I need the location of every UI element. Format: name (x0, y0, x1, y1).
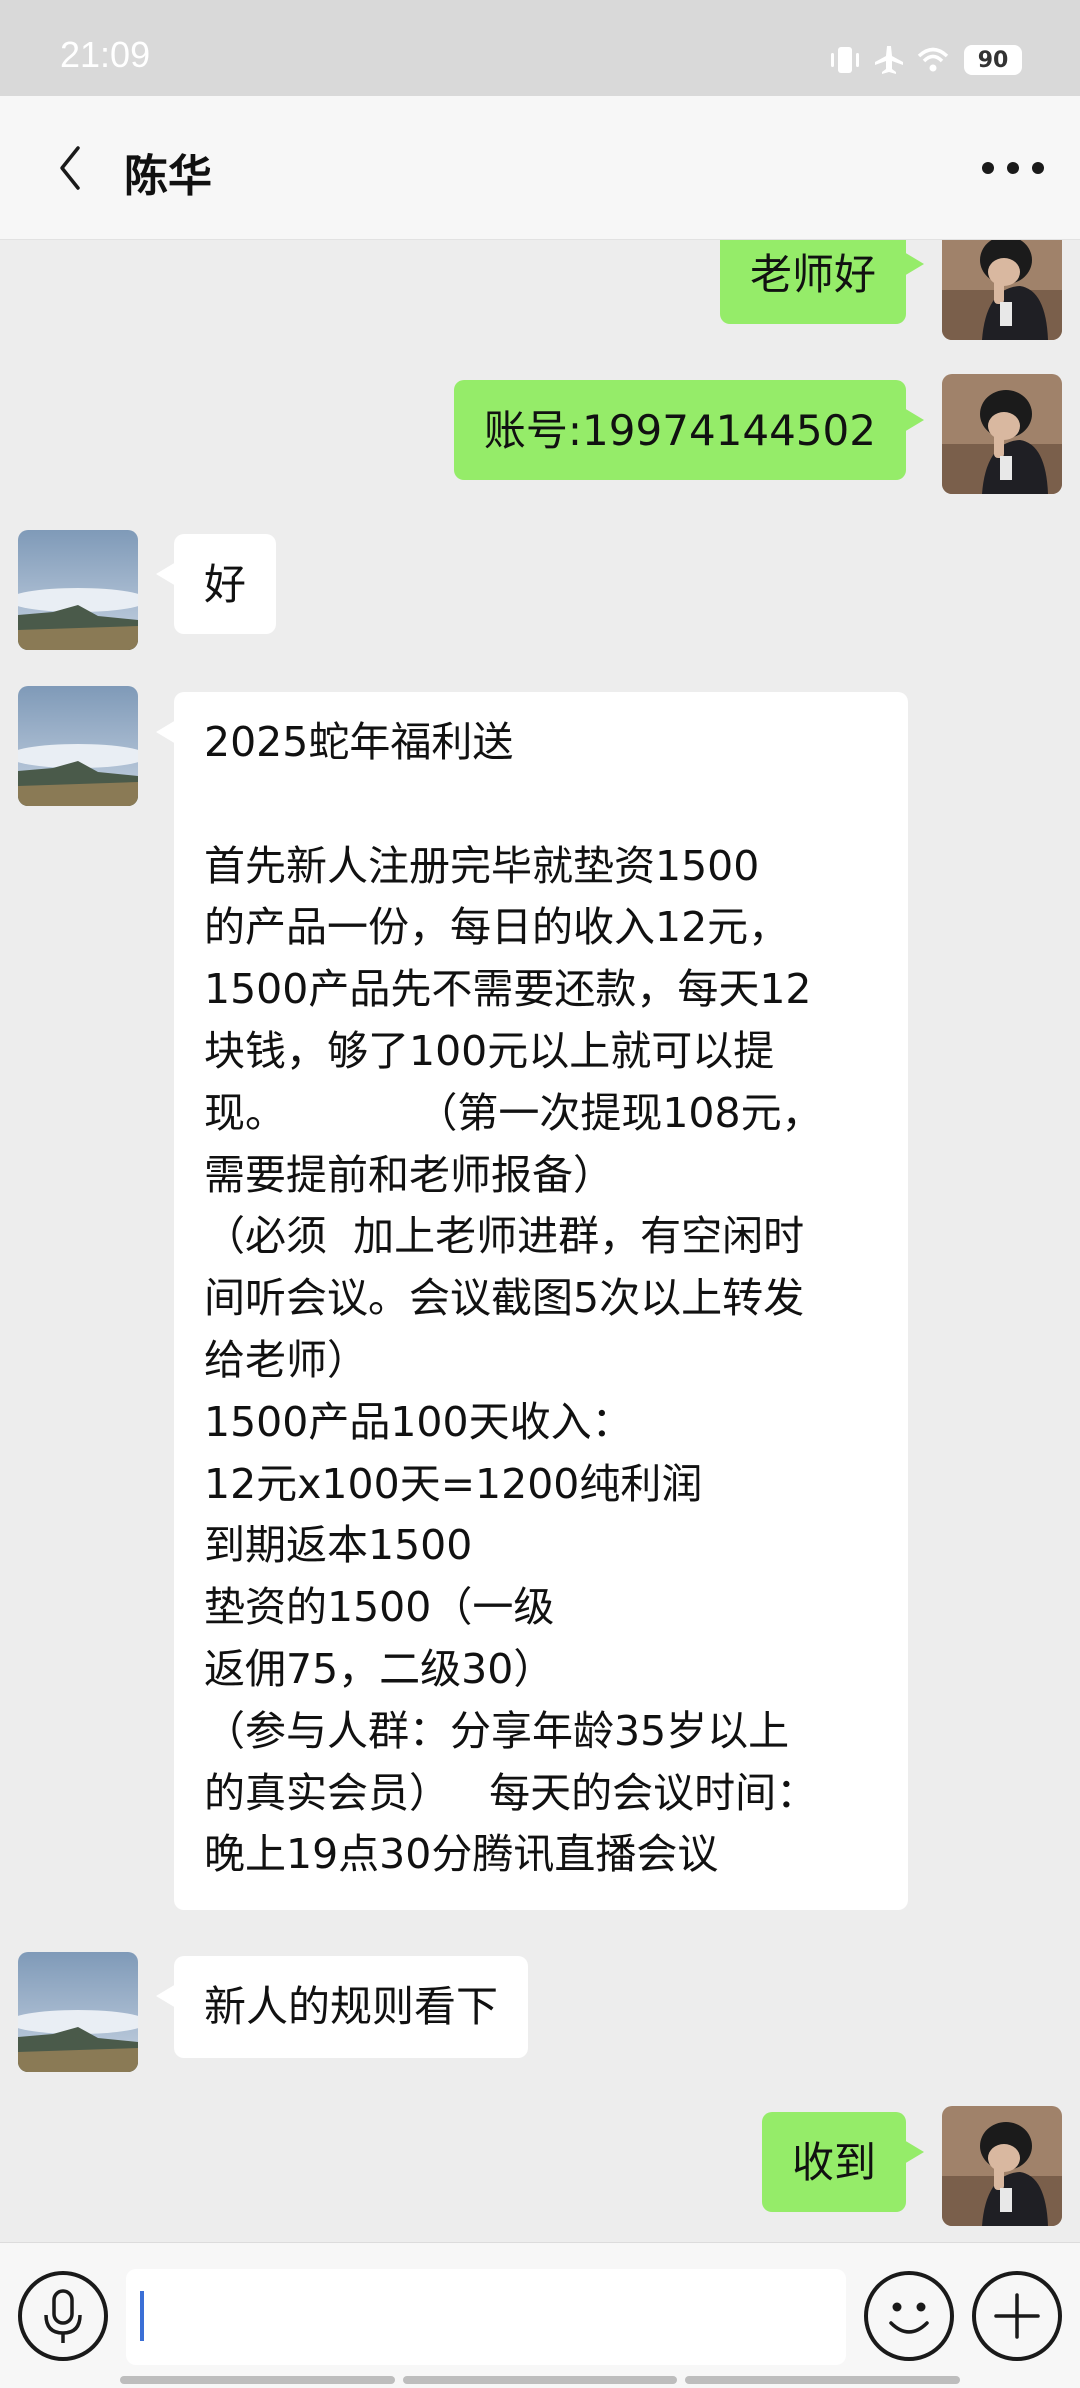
message-bubble-incoming[interactable]: 新人的规则看下 (155, 1956, 529, 2058)
my-avatar[interactable] (942, 240, 1062, 340)
battery-icon: 90 (964, 45, 1022, 75)
my-avatar[interactable] (942, 2106, 1062, 2226)
message-bubble-incoming[interactable]: 2025蛇年福利送 首先新人注册完毕就垫资1500 的产品一份，每日的收入12元… (156, 692, 908, 1910)
message-bubble-outgoing[interactable]: 账号:19974144502 (453, 380, 925, 480)
status-bar: 21:09 90 (0, 0, 1080, 96)
message-list[interactable]: 老师好 账号:19974144502 好 2025蛇年福利送 首先新人注册完毕就… (0, 240, 1080, 2242)
microphone-icon (44, 2289, 82, 2343)
plus-icon (994, 2293, 1040, 2339)
back-chevron-icon[interactable] (52, 142, 88, 194)
gesture-bar (120, 2376, 961, 2384)
more-dots-icon[interactable] (978, 148, 1048, 188)
vibrate-icon (831, 47, 859, 73)
smiley-icon (889, 2302, 929, 2334)
contact-avatar[interactable] (18, 686, 138, 806)
chat-header: 陈华 (0, 96, 1080, 240)
more-functions-button[interactable] (972, 2271, 1062, 2361)
wifi-icon (917, 47, 949, 72)
contact-avatar[interactable] (18, 1952, 138, 2072)
status-icons: 90 (818, 40, 1022, 80)
contact-avatar[interactable] (18, 530, 138, 650)
message-bubble-incoming[interactable]: 好 (155, 534, 277, 634)
chat-title: 陈华 (124, 151, 212, 202)
message-input[interactable] (126, 2269, 846, 2365)
message-bubble-outgoing[interactable]: 收到 (761, 2112, 925, 2212)
message-bubble-outgoing[interactable]: 老师好 (719, 240, 925, 324)
input-bar (0, 2242, 1080, 2388)
airplane-icon (875, 46, 903, 74)
text-caret (140, 2291, 144, 2341)
emoji-button[interactable] (864, 2271, 954, 2361)
my-avatar[interactable] (942, 374, 1062, 494)
voice-button[interactable] (18, 2271, 108, 2361)
status-time: 21:09 (60, 34, 151, 75)
